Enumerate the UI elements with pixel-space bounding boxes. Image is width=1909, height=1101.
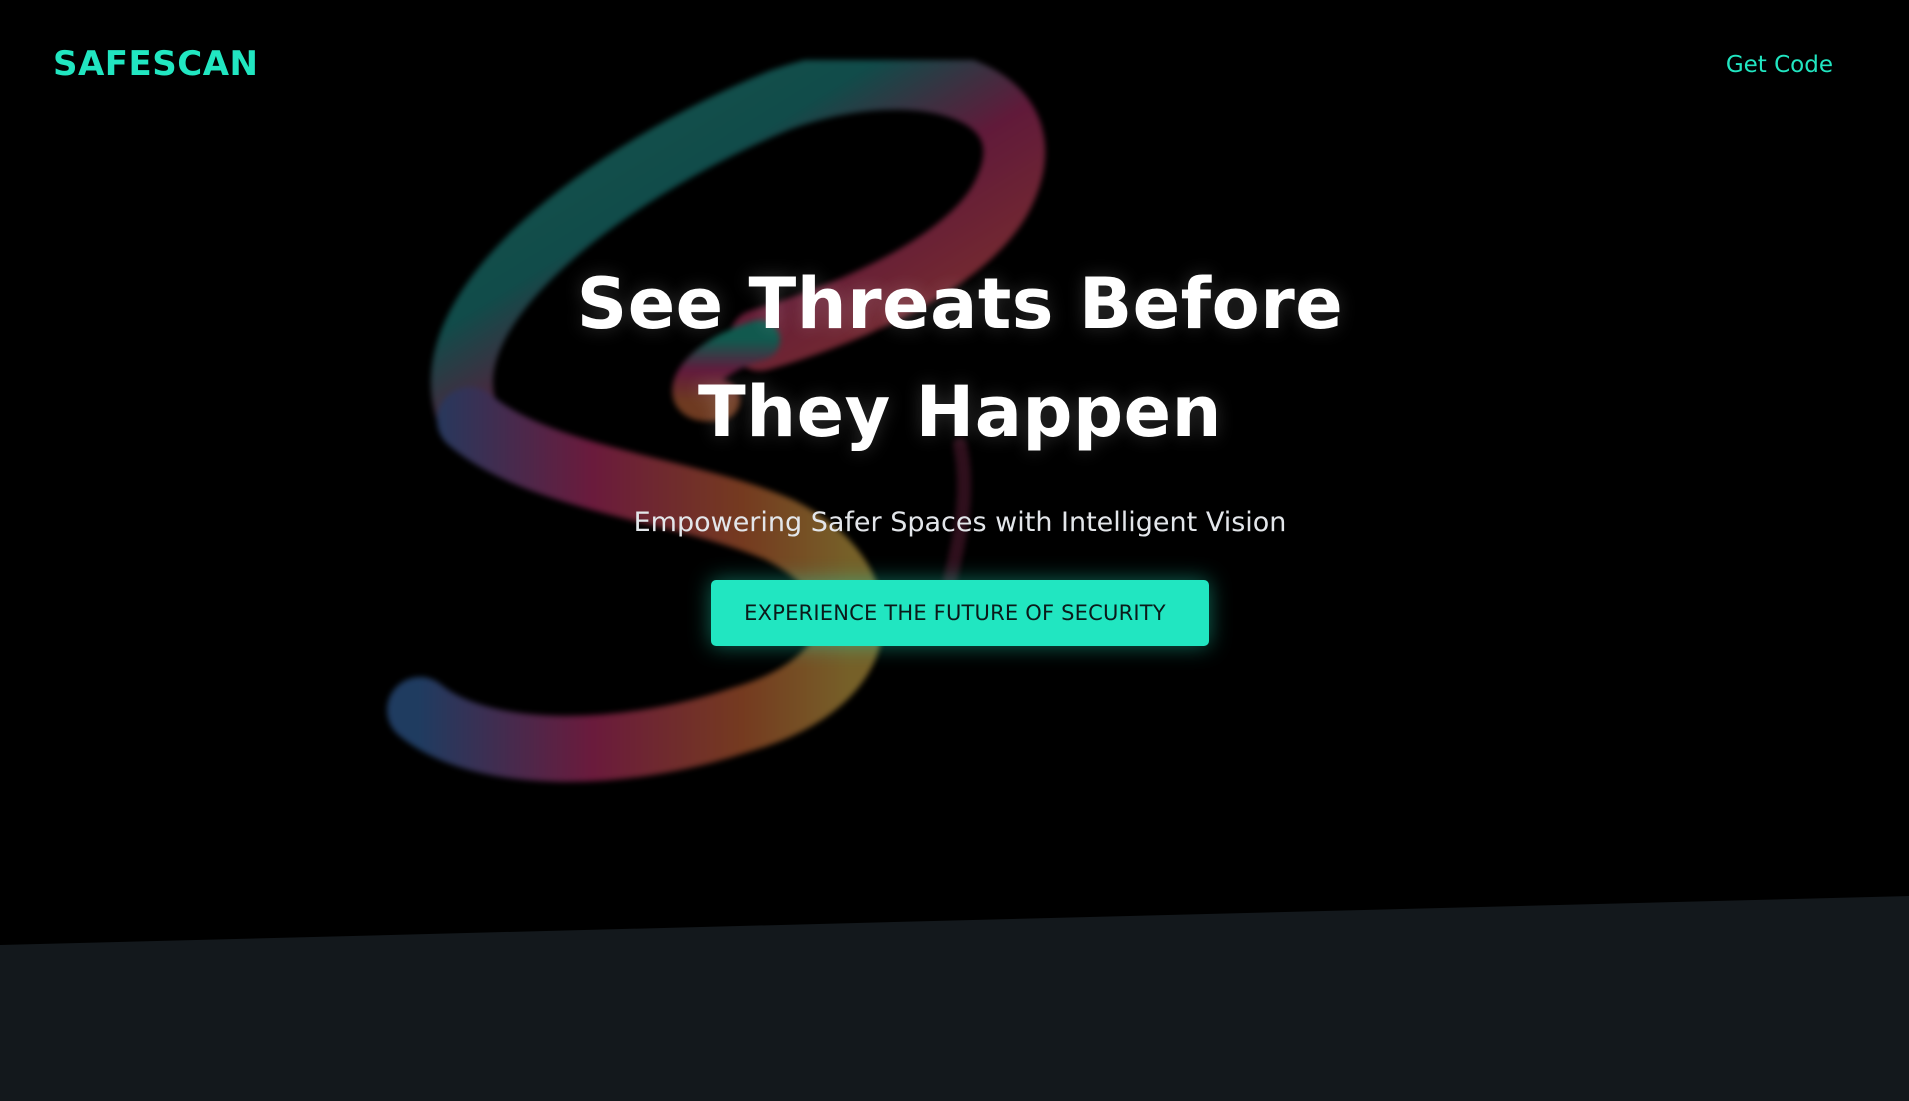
brand-logo[interactable]: SAFESCAN	[53, 44, 258, 84]
hero-title: See Threats Before They Happen	[576, 263, 1344, 453]
hero-section: See Threats Before They Happen Empowerin…	[0, 250, 1909, 646]
experience-future-button[interactable]: EXPERIENCE THE FUTURE OF SECURITY	[711, 580, 1209, 646]
get-code-link[interactable]: Get Code	[1726, 52, 1833, 78]
landing-page: SAFESCAN Get Code See Threats Before The…	[0, 0, 1909, 1101]
hero-subtitle: Empowering Safer Spaces with Intelligent…	[633, 507, 1287, 538]
